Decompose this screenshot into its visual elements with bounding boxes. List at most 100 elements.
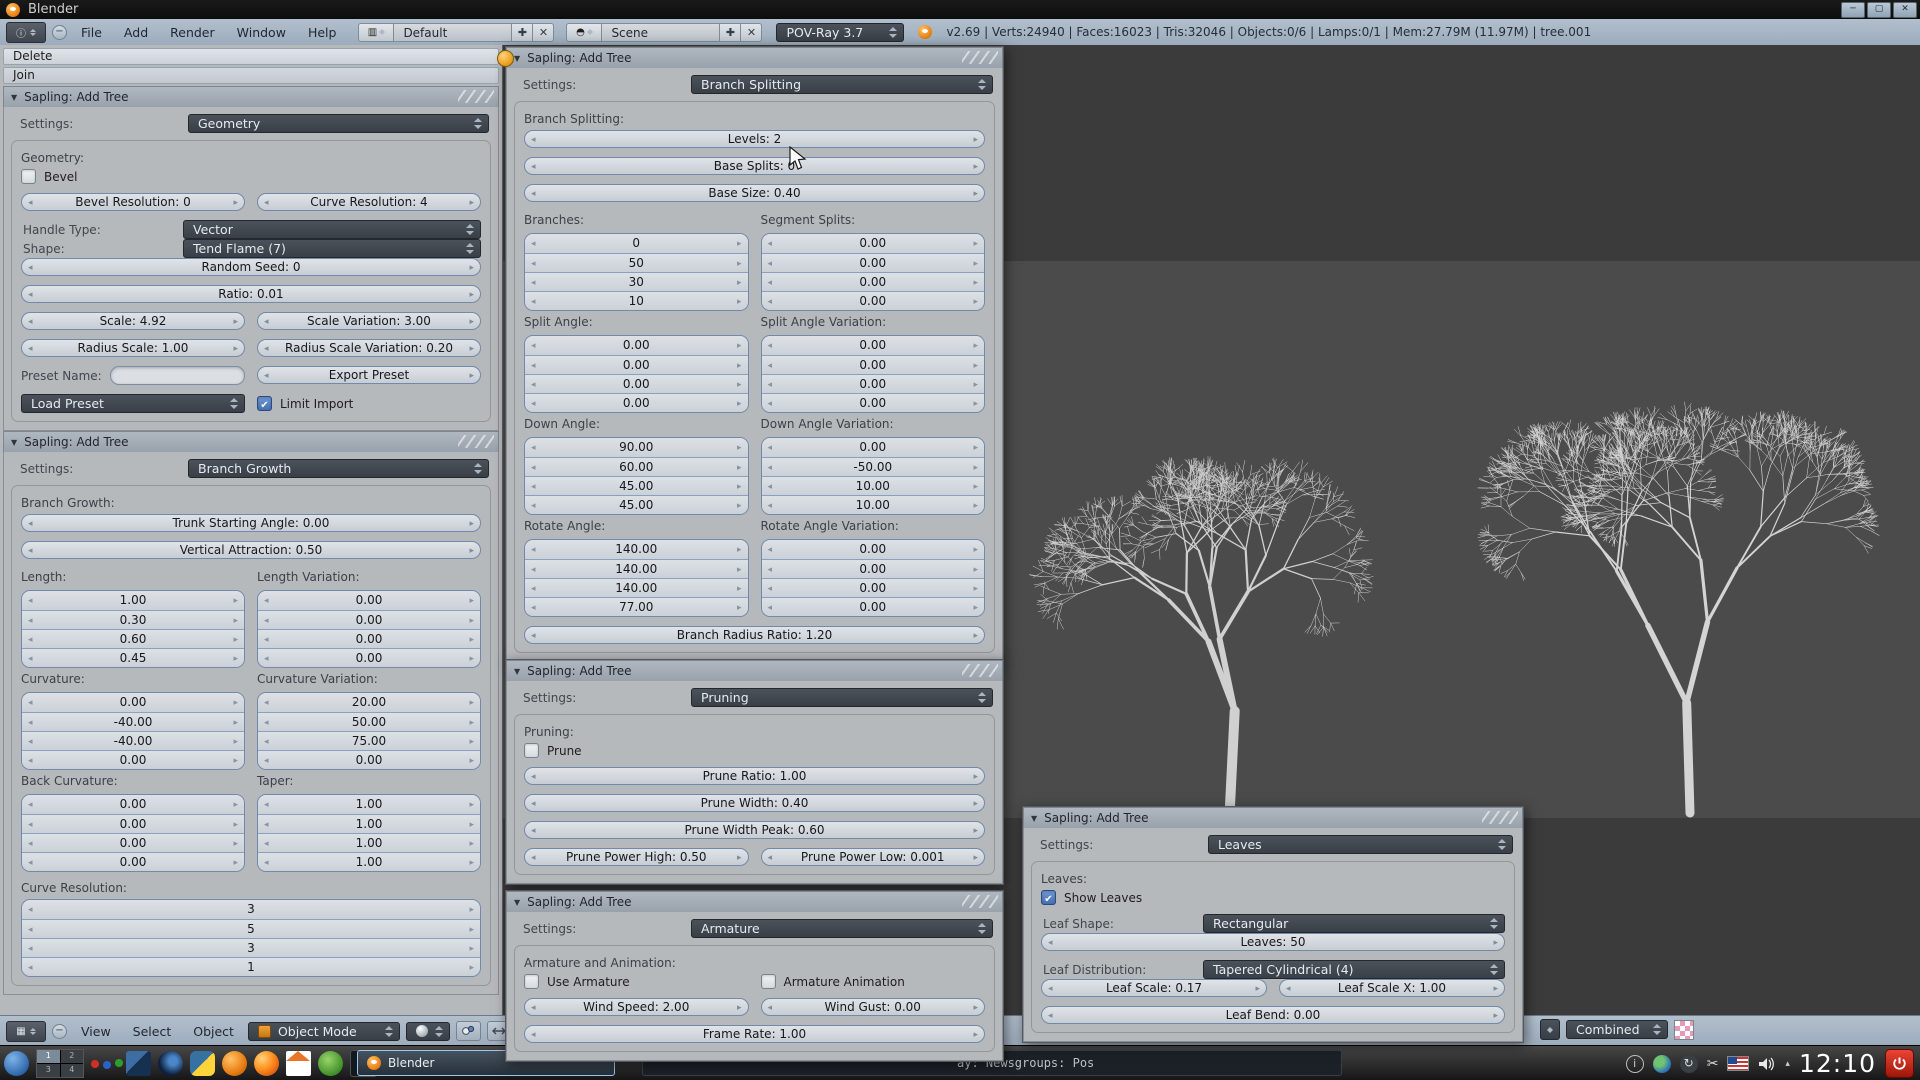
number-field[interactable]: 0.00 bbox=[762, 559, 985, 578]
panel-header[interactable]: ▼ Sapling: Add Tree bbox=[1023, 807, 1523, 828]
tool-join[interactable]: Join bbox=[3, 67, 499, 84]
settings-dropdown[interactable]: Leaves bbox=[1208, 835, 1513, 854]
number-field[interactable]: 10 bbox=[525, 291, 748, 310]
panel-drag-grip-icon[interactable] bbox=[962, 895, 998, 908]
leaf-bend-slider[interactable]: Leaf Bend: 0.00 bbox=[1041, 1006, 1505, 1024]
number-field[interactable]: 0.00 bbox=[762, 540, 985, 559]
number-field[interactable]: 1.00 bbox=[258, 795, 480, 814]
number-field[interactable]: 0.00 bbox=[22, 693, 244, 712]
add-scene-button[interactable]: ✚ bbox=[720, 23, 741, 42]
screen-layout-field[interactable]: Default bbox=[394, 23, 512, 42]
firefox-icon[interactable] bbox=[254, 1051, 279, 1076]
settings-dropdown[interactable]: Pruning bbox=[691, 688, 993, 707]
workspace-2[interactable]: 2 bbox=[61, 1050, 84, 1063]
number-field[interactable]: 140.00 bbox=[525, 559, 748, 578]
keyboard-layout-flag-icon[interactable] bbox=[1727, 1056, 1749, 1071]
panel-header[interactable]: ▼ Sapling: Add Tree bbox=[506, 47, 1003, 68]
python-icon[interactable] bbox=[190, 1051, 215, 1076]
menu-select[interactable]: Select bbox=[125, 1024, 180, 1039]
leaf-scale-x-slider[interactable]: Leaf Scale X: 1.00 bbox=[1279, 979, 1505, 997]
settings-dropdown[interactable]: Branch Splitting bbox=[691, 75, 993, 94]
armature-animation-checkbox[interactable] bbox=[761, 974, 776, 989]
sync-tray-icon[interactable]: ↻ bbox=[1680, 1055, 1698, 1073]
menu-file[interactable]: File bbox=[73, 25, 110, 40]
bevel-checkbox[interactable] bbox=[21, 169, 36, 184]
number-field[interactable]: -40.00 bbox=[22, 712, 244, 731]
number-field[interactable]: 5 bbox=[22, 919, 480, 938]
number-field[interactable]: 0.45 bbox=[22, 648, 244, 667]
number-field[interactable]: 0.00 bbox=[525, 355, 748, 374]
number-field[interactable]: 1.00 bbox=[258, 814, 480, 833]
close-layout-button[interactable]: ✕ bbox=[533, 23, 554, 42]
number-field[interactable]: 140.00 bbox=[525, 540, 748, 559]
render-pass-dropdown[interactable]: Combined bbox=[1566, 1020, 1668, 1039]
load-preset-dropdown[interactable]: Load Preset bbox=[21, 394, 245, 413]
frame-rate-slider[interactable]: Frame Rate: 1.00 bbox=[524, 1025, 985, 1043]
number-field[interactable]: 30 bbox=[525, 272, 748, 291]
menu-help[interactable]: Help bbox=[300, 25, 345, 40]
collapse-triangle-icon[interactable]: ▼ bbox=[514, 54, 520, 63]
number-field[interactable]: 0.00 bbox=[762, 355, 985, 374]
operator-radio-icon[interactable] bbox=[497, 50, 514, 67]
show-leaves-checkbox[interactable] bbox=[1041, 890, 1056, 905]
number-field[interactable]: 0.00 bbox=[22, 852, 244, 871]
levels-slider[interactable]: Levels: 2 bbox=[524, 130, 985, 148]
settings-dropdown[interactable]: Branch Growth bbox=[188, 459, 489, 478]
number-field[interactable]: 10.00 bbox=[762, 476, 985, 495]
app-launcher-icon[interactable] bbox=[4, 1051, 29, 1076]
menu-window[interactable]: Window bbox=[229, 25, 294, 40]
ratio-slider[interactable]: Ratio: 0.01 bbox=[21, 285, 481, 303]
collapse-menus-icon[interactable]: − bbox=[52, 25, 67, 40]
collapse-triangle-icon[interactable]: ▼ bbox=[11, 93, 17, 102]
number-field[interactable]: 0.00 bbox=[762, 438, 985, 457]
leaves-count-slider[interactable]: Leaves: 50 bbox=[1041, 933, 1505, 951]
collapse-triangle-icon[interactable]: ▼ bbox=[514, 898, 520, 907]
collapse-triangle-icon[interactable]: ▼ bbox=[11, 438, 17, 447]
leaf-distribution-dropdown[interactable]: Tapered Cylindrical (4) bbox=[1203, 960, 1505, 979]
number-field[interactable]: 0.00 bbox=[762, 597, 985, 616]
export-preset-button[interactable]: Export Preset bbox=[257, 366, 481, 384]
alpha-checker-icon[interactable] bbox=[1674, 1020, 1694, 1040]
number-field[interactable]: 0.00 bbox=[22, 833, 244, 852]
home-folder-icon[interactable] bbox=[286, 1051, 311, 1076]
number-field[interactable]: 10.00 bbox=[762, 495, 985, 514]
trunk-starting-angle-slider[interactable]: Trunk Starting Angle: 0.00 bbox=[21, 514, 481, 532]
volume-icon[interactable] bbox=[1758, 1056, 1776, 1072]
number-field[interactable]: 60.00 bbox=[525, 457, 748, 476]
number-field[interactable]: 20.00 bbox=[258, 693, 480, 712]
info-tray-icon[interactable]: i bbox=[1626, 1055, 1644, 1073]
render-engine-dropdown[interactable]: POV-Ray 3.7 bbox=[776, 23, 904, 42]
mode-dropdown[interactable]: Object Mode bbox=[248, 1022, 400, 1041]
leaf-shape-dropdown[interactable]: Rectangular bbox=[1203, 914, 1505, 933]
scene-field[interactable]: Scene bbox=[602, 23, 720, 42]
number-field[interactable]: 0.00 bbox=[22, 814, 244, 833]
number-field[interactable]: 0.60 bbox=[22, 629, 244, 648]
radius-scale-slider[interactable]: Radius Scale: 1.00 bbox=[21, 339, 245, 357]
number-field[interactable]: 140.00 bbox=[525, 578, 748, 597]
collapse-triangle-icon[interactable]: ▼ bbox=[514, 667, 520, 676]
maximize-button[interactable]: ▢ bbox=[1867, 2, 1891, 18]
number-field[interactable]: 0.00 bbox=[762, 336, 985, 355]
number-field[interactable]: 45.00 bbox=[525, 495, 748, 514]
blender-app-icon[interactable] bbox=[222, 1051, 247, 1076]
globe-tray-icon[interactable] bbox=[1653, 1055, 1671, 1073]
number-field[interactable]: 0.00 bbox=[762, 374, 985, 393]
prune-ratio-slider[interactable]: Prune Ratio: 1.00 bbox=[524, 767, 985, 785]
scene-icon[interactable]: ◓ bbox=[566, 23, 602, 42]
panel-drag-grip-icon[interactable] bbox=[1482, 811, 1518, 824]
number-field[interactable]: 0.00 bbox=[258, 750, 480, 769]
settings-dropdown[interactable]: Armature bbox=[691, 919, 993, 938]
panel-drag-grip-icon[interactable] bbox=[962, 664, 998, 677]
wind-gust-slider[interactable]: Wind Gust: 0.00 bbox=[761, 998, 986, 1016]
base-splits-slider[interactable]: Base Splits: 0 bbox=[524, 157, 985, 175]
collapse-triangle-icon[interactable]: ▼ bbox=[1031, 814, 1037, 823]
shape-dropdown[interactable]: Tend Flame (7) bbox=[183, 239, 481, 258]
menu-render[interactable]: Render bbox=[162, 25, 223, 40]
number-field[interactable]: 50.00 bbox=[258, 712, 480, 731]
prune-checkbox[interactable] bbox=[524, 743, 539, 758]
number-field[interactable]: 0.00 bbox=[525, 393, 748, 412]
preset-name-input[interactable] bbox=[110, 366, 245, 385]
use-armature-checkbox[interactable] bbox=[524, 974, 539, 989]
panel-header[interactable]: ▼ Sapling: Add Tree bbox=[3, 86, 499, 107]
curve-resolution-slider[interactable]: Curve Resolution: 4 bbox=[257, 193, 481, 211]
